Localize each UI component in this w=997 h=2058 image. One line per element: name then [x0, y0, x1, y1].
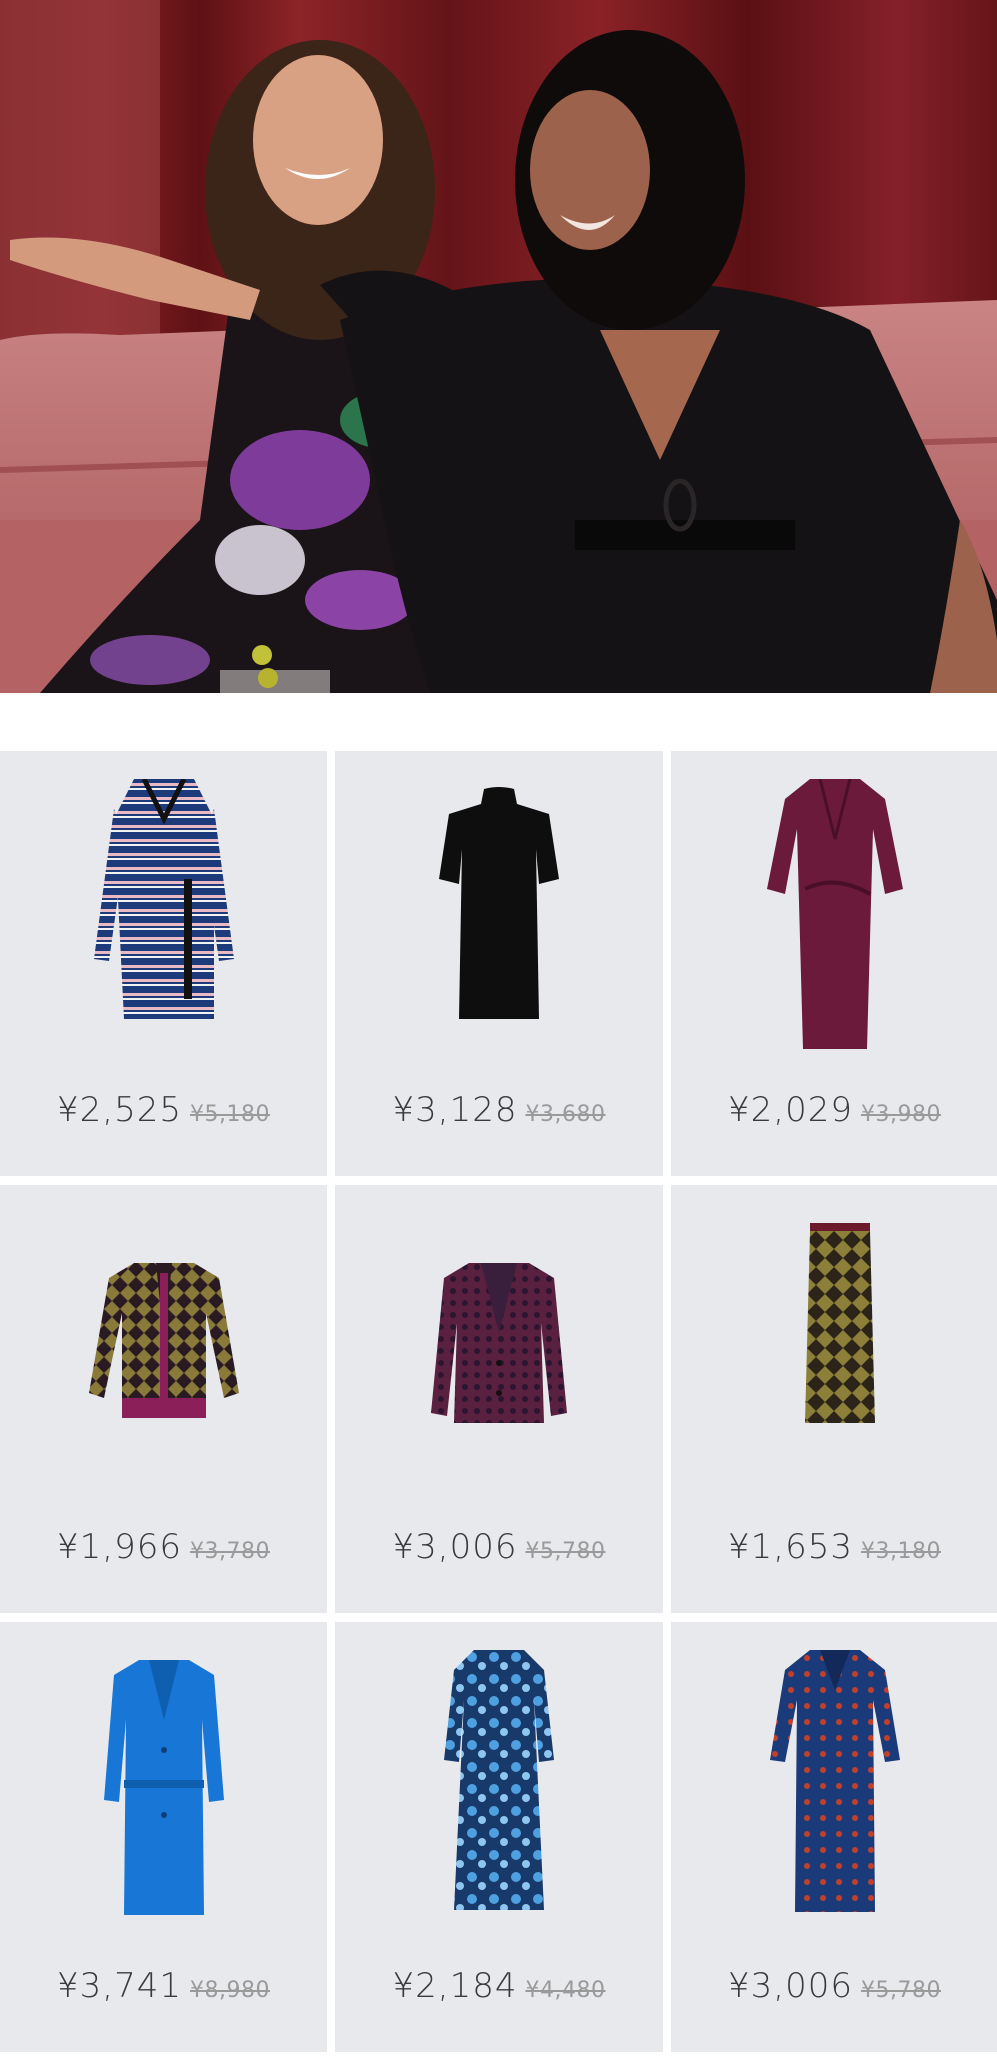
sale-price: ¥1,966 — [57, 1527, 182, 1567]
original-price: ¥3,780 — [189, 1539, 270, 1564]
navy-dot-shirt-dress-image — [769, 1650, 900, 1912]
striped-wrap-dress-image — [93, 779, 234, 1019]
hero-photo — [0, 0, 997, 693]
product-card[interactable]: ¥2,184 ¥4,480 — [335, 1622, 663, 2052]
product-card[interactable]: ¥1,966 ¥3,780 — [0, 1185, 327, 1613]
sale-price: ¥3,006 — [392, 1527, 518, 1567]
sale-price: ¥3,006 — [728, 1966, 853, 2006]
blue-belted-coat-image — [103, 1660, 224, 1915]
product-grid: ¥2,525 ¥5,180 ¥3,128 ¥3,680 ¥2,029 ¥3,980 — [0, 751, 997, 2052]
geometric-cardigan-image — [88, 1263, 239, 1418]
original-price: ¥8,980 — [189, 1978, 270, 2003]
original-price: ¥3,680 — [525, 1102, 606, 1127]
product-image[interactable] — [735, 1650, 935, 1920]
product-image[interactable] — [735, 779, 935, 1049]
product-image[interactable] — [735, 1213, 935, 1483]
original-price: ¥4,480 — [525, 1978, 606, 2003]
blue-floral-midi-dress-image — [444, 1650, 554, 1910]
product-image[interactable] — [64, 1213, 264, 1483]
product-card[interactable]: ¥1,653 ¥3,180 — [671, 1185, 997, 1613]
product-image[interactable] — [399, 779, 599, 1049]
black-knit-dress-image — [439, 787, 559, 1019]
plum-wrap-maxi-dress-image — [766, 779, 903, 1049]
sale-price: ¥1,653 — [728, 1527, 853, 1567]
product-image[interactable] — [399, 1213, 599, 1483]
original-price: ¥5,780 — [860, 1978, 941, 2003]
original-price: ¥3,180 — [860, 1539, 941, 1564]
geometric-pencil-skirt-image — [804, 1223, 875, 1423]
sale-price: ¥3,741 — [57, 1966, 182, 2006]
sale-price: ¥2,029 — [728, 1090, 853, 1130]
original-price: ¥3,980 — [860, 1102, 941, 1127]
product-image[interactable] — [64, 779, 264, 1049]
product-card[interactable]: ¥3,128 ¥3,680 — [335, 751, 663, 1176]
sale-price: ¥3,128 — [392, 1090, 518, 1130]
product-card[interactable]: ¥3,741 ¥8,980 — [0, 1622, 327, 2052]
sale-price: ¥2,525 — [57, 1090, 182, 1130]
printed-blazer-image — [431, 1263, 567, 1423]
product-card[interactable]: ¥3,006 ¥5,780 — [335, 1185, 663, 1613]
product-card[interactable]: ¥2,525 ¥5,180 — [0, 751, 327, 1176]
product-image[interactable] — [64, 1650, 264, 1920]
original-price: ¥5,180 — [189, 1102, 270, 1127]
hero-banner[interactable] — [0, 0, 997, 693]
sale-price: ¥2,184 — [392, 1966, 518, 2006]
product-card[interactable]: ¥3,006 ¥5,780 — [671, 1622, 997, 2052]
product-card[interactable]: ¥2,029 ¥3,980 — [671, 751, 997, 1176]
product-image[interactable] — [399, 1650, 599, 1920]
original-price: ¥5,780 — [525, 1539, 606, 1564]
